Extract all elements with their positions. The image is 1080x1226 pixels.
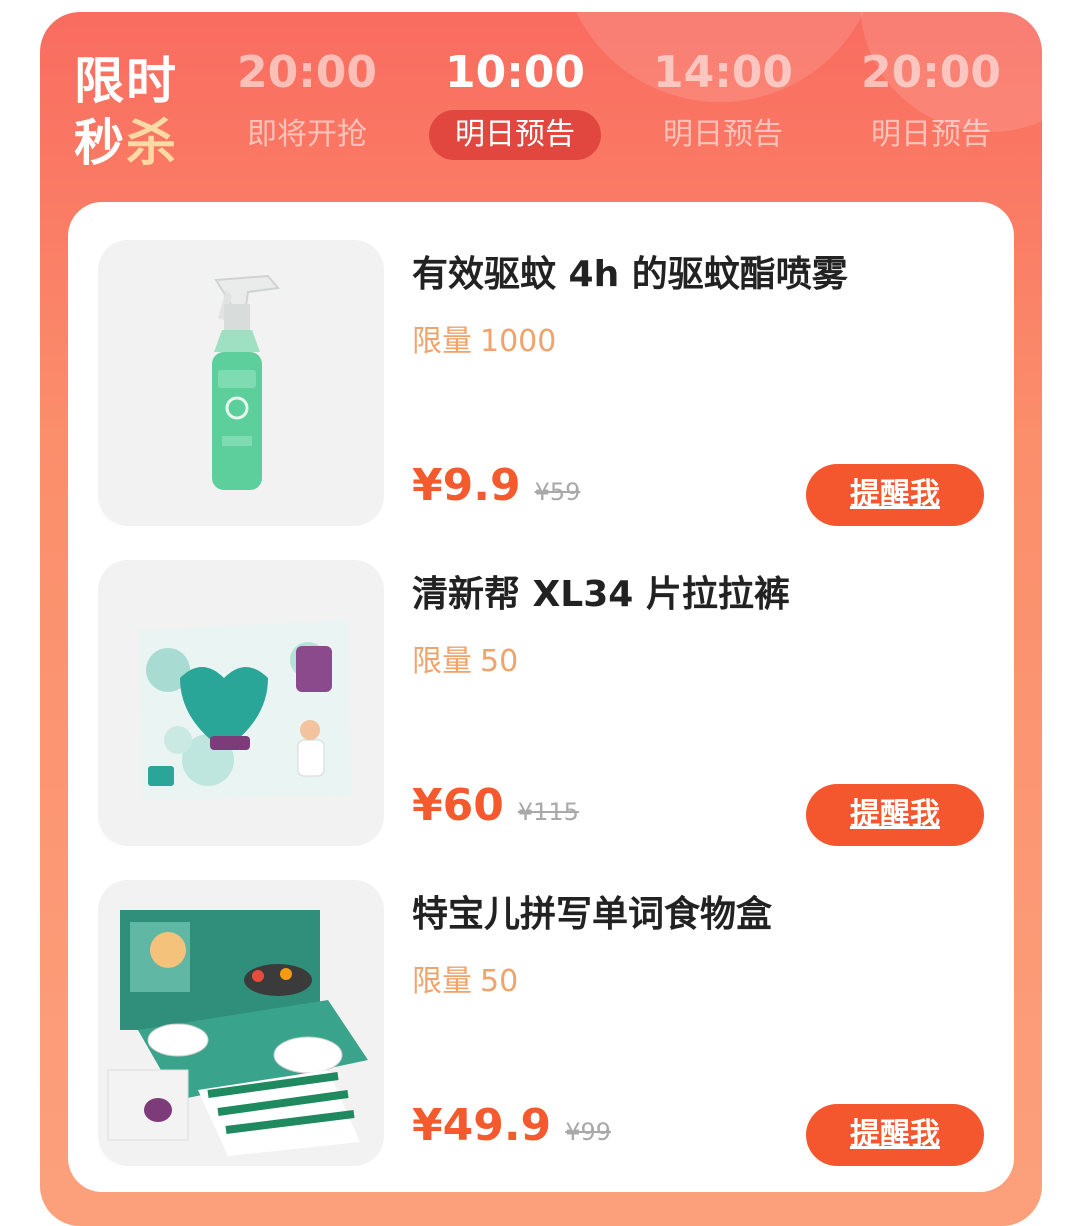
tab-session-1[interactable]: 20:00 即将开抢: [212, 42, 402, 160]
product-image-spray[interactable]: [98, 240, 384, 526]
remind-me-button[interactable]: 提醒我: [806, 784, 984, 846]
tab-label: 明日预告: [871, 117, 991, 152]
original-price: ¥59: [534, 478, 581, 506]
tab-label: 即将开抢: [247, 117, 367, 152]
spray-bottle-icon: [212, 274, 280, 490]
tab-session-3[interactable]: 14:00 明日预告: [628, 42, 818, 160]
limit-quantity: 1000: [480, 324, 557, 359]
sale-price: ¥60: [412, 780, 504, 831]
price-row: ¥49.9 ¥99: [412, 1100, 611, 1160]
title-line-1: 限时: [74, 52, 178, 110]
tab-label: 明日预告: [429, 110, 601, 160]
price-row: ¥9.9 ¥59: [412, 460, 580, 520]
tab-time: 10:00: [444, 47, 586, 98]
tab-time: 20:00: [860, 47, 1002, 98]
limit-prefix: 限量: [412, 324, 472, 359]
flash-sale-card: 限时 秒杀 20:00 即将开抢 10:00 明日预告 14:00 明日预告 2…: [40, 12, 1042, 1226]
remind-me-button[interactable]: 提醒我: [806, 464, 984, 526]
toy-box-icon: [107, 910, 368, 1156]
diaper-pack-icon: [138, 620, 352, 800]
tab-time: 14:00: [652, 47, 794, 98]
product-name: 清新帮 XL34 片拉拉裤: [412, 574, 790, 615]
limit-text: 限量 1000: [412, 320, 564, 364]
list-item[interactable]: 清新帮 XL34 片拉拉裤 限量 50 ¥60 ¥115 提醒我: [98, 560, 988, 850]
limit-text: 限量 50: [412, 960, 526, 1004]
product-image-toy-box[interactable]: [98, 880, 384, 1166]
tab-session-4[interactable]: 20:00 明日预告: [836, 42, 1026, 160]
original-price: ¥115: [517, 798, 579, 826]
title-char-accent: 杀: [126, 114, 178, 172]
limit-prefix: 限量: [412, 644, 472, 679]
sale-price: ¥9.9: [412, 460, 521, 511]
product-list: 有效驱蚊 4h 的驱蚊酯喷雾 限量 1000 ¥9.9 ¥59 提醒我 清新帮 …: [68, 202, 1014, 1192]
flash-sale-title: 限时 秒杀: [74, 50, 194, 174]
price-row: ¥60 ¥115: [412, 780, 579, 840]
title-char: 秒: [74, 114, 126, 172]
remind-me-button[interactable]: 提醒我: [806, 1104, 984, 1166]
product-image-diapers[interactable]: [98, 560, 384, 846]
limit-text: 限量 50: [412, 640, 526, 684]
tab-time: 20:00: [236, 47, 378, 98]
product-name: 特宝儿拼写单词食物盒: [412, 894, 773, 935]
list-item[interactable]: 有效驱蚊 4h 的驱蚊酯喷雾 限量 1000 ¥9.9 ¥59 提醒我: [98, 240, 988, 530]
limit-prefix: 限量: [412, 964, 472, 999]
tab-session-2[interactable]: 10:00 明日预告: [420, 42, 610, 160]
limit-quantity: 50: [480, 644, 519, 679]
session-tabs: 20:00 即将开抢 10:00 明日预告 14:00 明日预告 20:00 明…: [212, 42, 1042, 192]
limit-quantity: 50: [480, 964, 519, 999]
tab-label: 明日预告: [663, 117, 783, 152]
sale-price: ¥49.9: [412, 1100, 552, 1151]
list-item[interactable]: 特宝儿拼写单词食物盒 限量 50 ¥49.9 ¥99 提醒我: [98, 880, 988, 1170]
original-price: ¥99: [565, 1118, 611, 1146]
title-line-2: 秒杀: [74, 112, 194, 174]
product-name: 有效驱蚊 4h 的驱蚊酯喷雾: [412, 254, 848, 295]
